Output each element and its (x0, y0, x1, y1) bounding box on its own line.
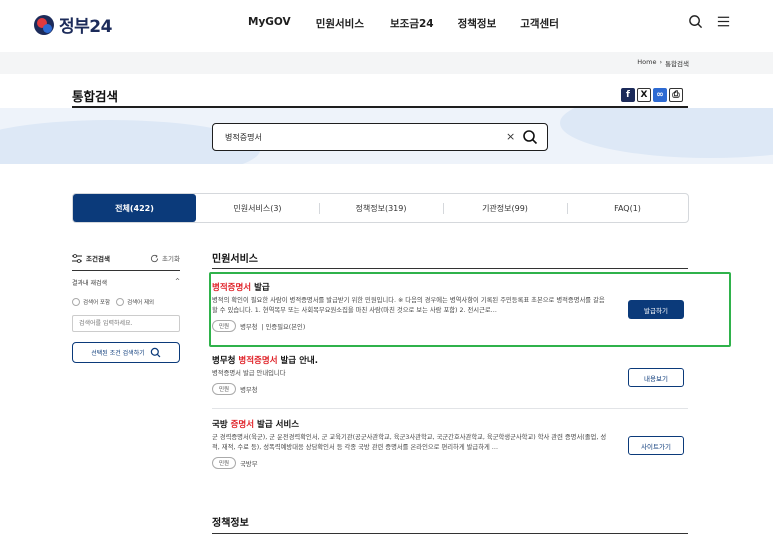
title-rest: 발급 안내. (277, 356, 318, 366)
view-content-button[interactable]: 내용보기 (628, 368, 684, 387)
result-meta: 민원 병무청 (212, 383, 688, 395)
result-item: 병적증명서 발급 병적의 확인이 필요한 사람이 병적증명서를 발급받기 위한 … (212, 281, 688, 332)
result-description: 병적증명서 발급 안내입니다 (212, 370, 286, 377)
logo-icon (34, 14, 54, 35)
breadcrumb: Home › 통합검색 (637, 58, 689, 68)
title-highlight: 병적증명서 (212, 283, 252, 293)
policy-section-divider (212, 533, 688, 534)
radio-exclude-label: 검색어 제외 (127, 300, 155, 306)
nav-subsidy[interactable]: 보조금24 (390, 16, 434, 31)
reset-label: 초기화 (162, 255, 180, 263)
radio-circle-icon (72, 298, 80, 306)
breadcrumb-separator: › (659, 58, 663, 66)
result-separator (212, 408, 688, 409)
filter-divider (72, 270, 180, 271)
title-highlight: 병적증명서 (238, 356, 278, 366)
refresh-icon (150, 254, 159, 262)
nav-mygov[interactable]: MyGOV (248, 16, 291, 31)
filter-panel: 조건검색 초기화 결과내 재검색 ^ 검색어 포함 검색어 제외 선택된 조건 … (72, 250, 180, 363)
site-logo[interactable]: 정부24 (34, 12, 112, 37)
filter-label: 조건검색 (72, 253, 110, 263)
result-org: 병무청 (240, 323, 258, 331)
site-header: 정부24 MyGOV 민원서비스 보조금24 정책정보 고객센터 (0, 0, 773, 48)
page-title: 통합검색 (72, 89, 119, 104)
refine-input[interactable] (72, 315, 180, 332)
decorative-wave (560, 108, 773, 158)
x-icon[interactable]: X (637, 88, 651, 102)
result-org: 병무청 (240, 386, 258, 394)
radio-circle-icon (116, 298, 125, 306)
result-title[interactable]: 병무청 병적증명서 발급 안내. (212, 354, 688, 366)
category-badge: 민원 (212, 383, 237, 395)
result-description: 병적의 확인이 필요한 사람이 병적증명서를 발급받기 위한 민원입니다. ※ … (212, 297, 605, 314)
search-input[interactable] (225, 130, 495, 144)
header-icons (688, 14, 731, 29)
result-title[interactable]: 병적증명서 발급 (212, 281, 688, 293)
facebook-icon[interactable]: f (621, 88, 635, 102)
menu-icon[interactable] (716, 14, 731, 29)
link-icon[interactable]: ∞ (653, 88, 667, 102)
tab-faq[interactable]: FAQ(1) (567, 194, 688, 222)
title-rest: 발급 서비스 (254, 420, 300, 430)
radio-include-label: 검색어 포함 (83, 300, 111, 306)
sliders-icon (72, 253, 82, 263)
print-icon[interactable]: ⎙ (669, 88, 683, 102)
title-rest: 발급 (251, 283, 270, 293)
filter-header: 조건검색 초기화 (72, 250, 180, 266)
category-badge: 민원 (212, 457, 237, 469)
search-icon (150, 347, 161, 358)
tab-all[interactable]: 전체(422) (73, 194, 196, 222)
nav-civil-service[interactable]: 민원서비스 (316, 16, 364, 31)
breadcrumb-home[interactable]: Home (637, 58, 656, 68)
result-meta: 민원 병무청 | 인증필요(본인) (212, 320, 688, 332)
logo-text: 정부24 (59, 17, 112, 37)
result-tabs: 전체(422) 민원서비스(3) 정책정보(319) 기관정보(99) FAQ(… (72, 193, 689, 223)
filter-reset[interactable]: 초기화 (150, 253, 180, 263)
breadcrumb-current: 통합검색 (665, 60, 689, 68)
share-buttons: f X ∞ ⎙ (621, 88, 683, 102)
title-highlight: 증명서 (230, 420, 255, 430)
radio-include[interactable]: 검색어 포함 (72, 298, 110, 306)
visit-site-button[interactable]: 사이트가기 (628, 436, 684, 455)
tab-policy[interactable]: 정책정보(319) (319, 194, 443, 222)
chevron-up-icon: ^ (174, 278, 180, 285)
result-meta: 민원 국방부 (212, 457, 688, 469)
civil-section-divider (212, 268, 688, 269)
breadcrumb-strip: Home › 통합검색 (0, 52, 773, 74)
result-item: 병무청 병적증명서 발급 안내. 병적증명서 발급 안내입니다 민원 병무청 내… (212, 354, 688, 395)
refine-options: 검색어 포함 검색어 제외 (72, 298, 154, 306)
result-org: 국방부 (240, 460, 258, 468)
clear-icon[interactable]: × (506, 130, 515, 143)
result-title[interactable]: 국방 증명서 발급 서비스 (212, 418, 688, 430)
title-pre: 국방 (212, 420, 231, 430)
tab-agency[interactable]: 기관정보(99) (443, 194, 567, 222)
refine-header[interactable]: 결과내 재검색 ^ (72, 278, 180, 287)
civil-section-title: 민원서비스 (212, 254, 258, 265)
policy-section-title: 정책정보 (212, 518, 249, 529)
result-description: 군 경력증명서(육군), 군 운전경력확인서, 군 교육기관(공군사관학교, 육… (212, 434, 607, 451)
nav-policy[interactable]: 정책정보 (458, 16, 497, 31)
nav-support[interactable]: 고객센터 (520, 16, 559, 31)
category-badge: 민원 (212, 320, 237, 332)
main-nav: MyGOV 민원서비스 보조금24 정책정보 고객센터 (248, 16, 559, 31)
tab-civil-service[interactable]: 민원서비스(3) (196, 194, 319, 222)
search-icon[interactable] (688, 14, 703, 29)
filter-title: 조건검색 (86, 255, 110, 263)
result-auth: | 인증필요(본인) (261, 323, 306, 331)
result-item: 국방 증명서 발급 서비스 군 경력증명서(육군), 군 운전경력확인서, 군 … (212, 418, 688, 469)
refine-title: 결과내 재검색 (72, 280, 108, 287)
radio-exclude[interactable]: 검색어 제외 (116, 298, 154, 306)
search-submit-icon[interactable] (522, 129, 538, 145)
search-box: × (212, 123, 548, 151)
issue-button[interactable]: 발급하기 (628, 300, 684, 319)
title-pre: 병무청 (212, 356, 239, 366)
refine-search-button[interactable]: 선택된 조건 검색하기 (72, 342, 180, 363)
refine-search-label: 선택된 조건 검색하기 (91, 350, 145, 357)
